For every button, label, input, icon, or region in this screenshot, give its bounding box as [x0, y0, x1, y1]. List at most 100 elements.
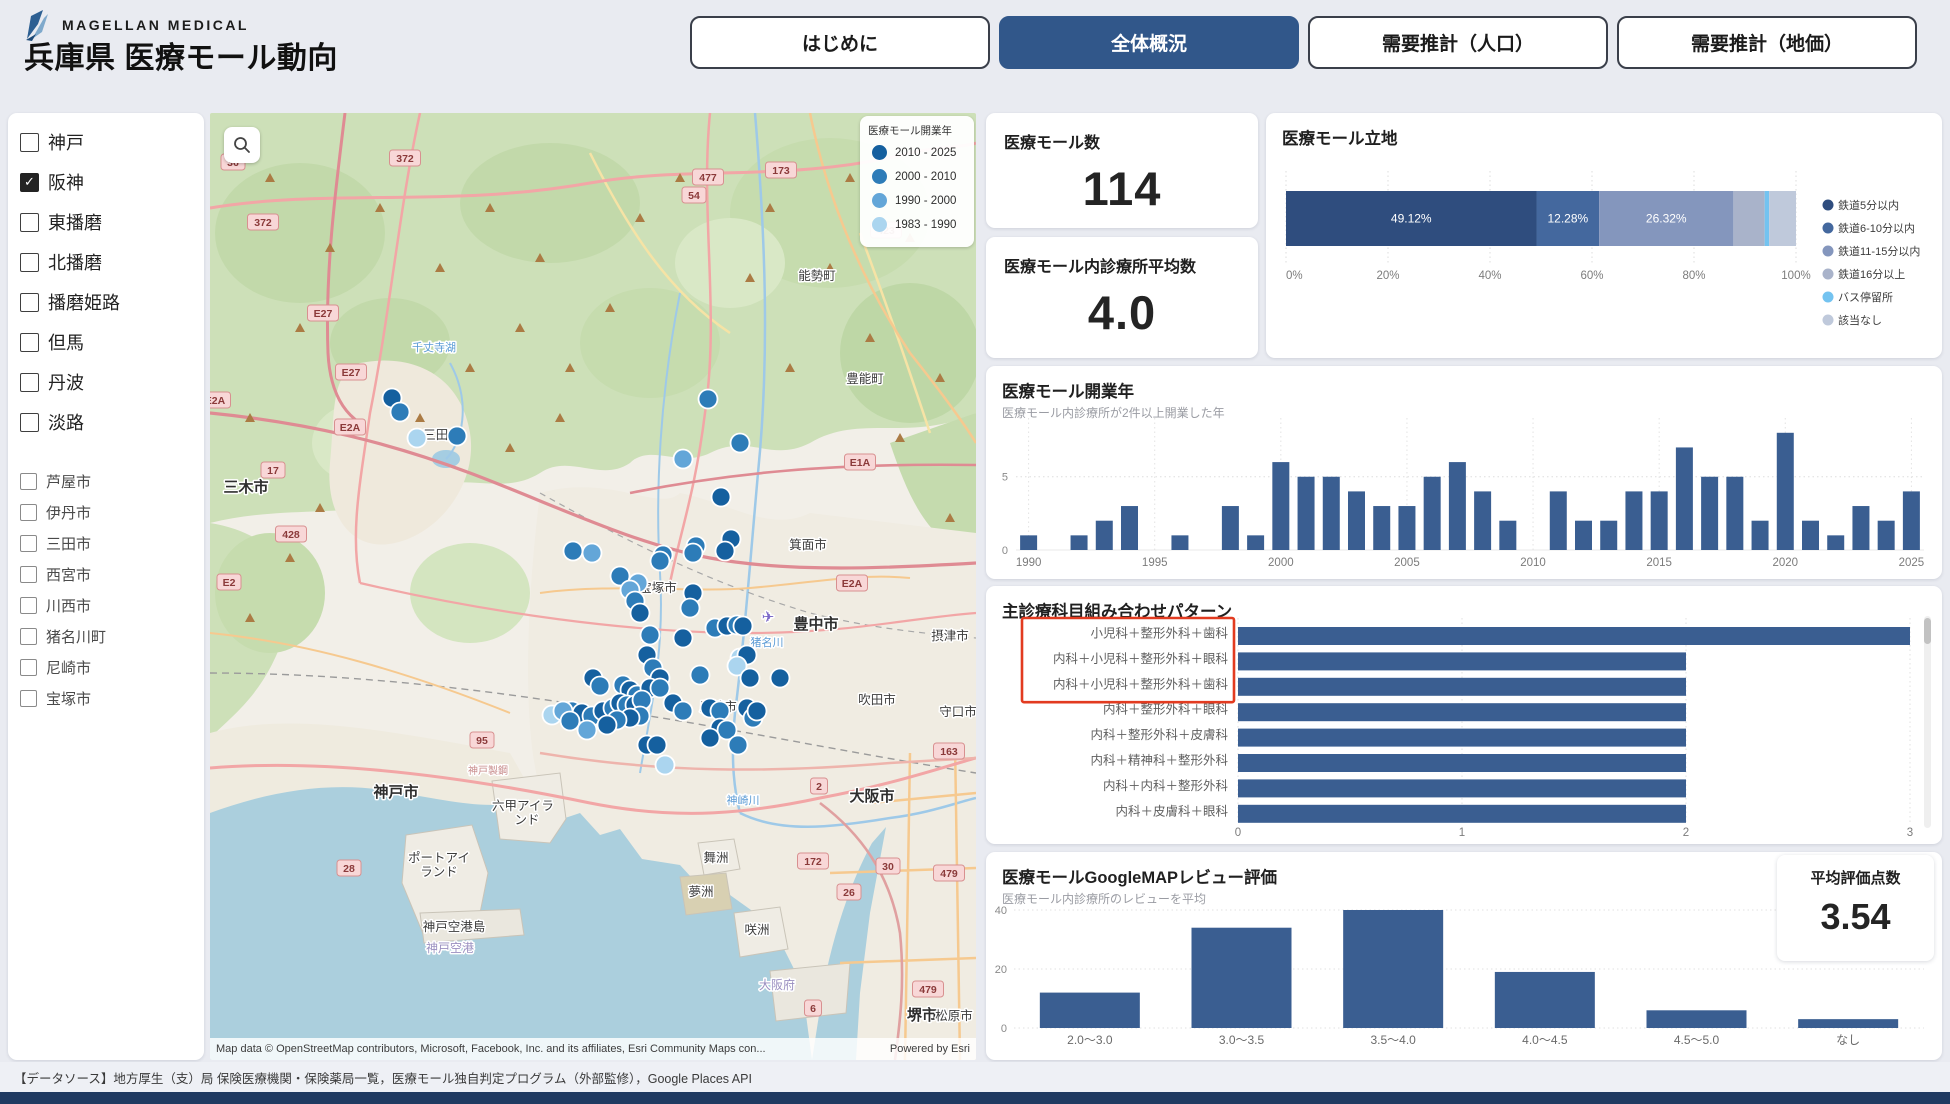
- mall-dot[interactable]: [448, 427, 467, 446]
- year-bar[interactable]: [1550, 491, 1567, 550]
- review-bar[interactable]: [1647, 1010, 1747, 1028]
- mall-dot[interactable]: [641, 626, 660, 645]
- combo-bar[interactable]: [1238, 703, 1686, 721]
- year-bar[interactable]: [1222, 506, 1239, 550]
- mall-dot[interactable]: [729, 736, 748, 755]
- year-bar[interactable]: [1701, 477, 1718, 550]
- combo-bar[interactable]: [1238, 729, 1686, 747]
- region-filter-7[interactable]: 淡路: [20, 409, 192, 435]
- city-filter-6[interactable]: 尼崎市: [20, 657, 192, 678]
- year-bar[interactable]: [1298, 477, 1315, 550]
- checkbox[interactable]: [20, 690, 37, 707]
- year-bar[interactable]: [1449, 462, 1466, 550]
- map-search-button[interactable]: [224, 127, 260, 163]
- checkbox[interactable]: [20, 213, 39, 232]
- region-filter-2[interactable]: 東播磨: [20, 209, 192, 235]
- checkbox-checked[interactable]: ✓: [20, 173, 39, 192]
- mall-dot[interactable]: [656, 756, 675, 775]
- mall-dot[interactable]: [631, 604, 650, 623]
- stack-segment[interactable]: [1769, 191, 1796, 246]
- mall-dot[interactable]: [564, 542, 583, 561]
- mall-dot[interactable]: [684, 544, 703, 563]
- year-bar[interactable]: [1878, 521, 1895, 550]
- year-bar[interactable]: [1071, 535, 1088, 550]
- city-filter-0[interactable]: 芦屋市: [20, 471, 192, 492]
- checkbox[interactable]: [20, 413, 39, 432]
- city-filter-3[interactable]: 西宮市: [20, 564, 192, 585]
- year-bar[interactable]: [1171, 535, 1188, 550]
- nav-tab-3[interactable]: 需要推計（地価）: [1617, 16, 1917, 69]
- checkbox[interactable]: [20, 373, 39, 392]
- combo-bar[interactable]: [1238, 754, 1686, 772]
- year-bar[interactable]: [1777, 433, 1794, 550]
- year-bar[interactable]: [1020, 535, 1037, 550]
- year-bar[interactable]: [1348, 491, 1365, 550]
- year-bar[interactable]: [1121, 506, 1138, 550]
- year-bar[interactable]: [1424, 477, 1441, 550]
- year-bar[interactable]: [1398, 506, 1415, 550]
- checkbox[interactable]: [20, 628, 37, 645]
- region-filter-0[interactable]: 神戸: [20, 129, 192, 155]
- year-bar[interactable]: [1852, 506, 1869, 550]
- years-chart[interactable]: 5019901995200020052010201520202025: [986, 366, 1942, 579]
- checkbox[interactable]: [20, 566, 37, 583]
- year-bar[interactable]: [1373, 506, 1390, 550]
- scrollbar-track[interactable]: [1924, 616, 1931, 828]
- combo-bar[interactable]: [1238, 627, 1910, 645]
- mall-dot[interactable]: [771, 669, 790, 688]
- region-filter-1[interactable]: ✓阪神: [20, 169, 192, 195]
- year-bar[interactable]: [1600, 521, 1617, 550]
- region-filter-5[interactable]: 但馬: [20, 329, 192, 355]
- review-bar[interactable]: [1192, 928, 1292, 1028]
- review-bar[interactable]: [1040, 993, 1140, 1028]
- combo-bar[interactable]: [1238, 805, 1686, 823]
- mall-dot[interactable]: [748, 702, 767, 721]
- mall-dot[interactable]: [591, 677, 610, 696]
- scrollbar-thumb[interactable]: [1924, 618, 1931, 644]
- mall-dot[interactable]: [681, 599, 700, 618]
- mall-dot[interactable]: [701, 729, 720, 748]
- checkbox[interactable]: [20, 473, 37, 490]
- mall-dot[interactable]: [651, 679, 670, 698]
- year-bar[interactable]: [1575, 521, 1592, 550]
- mall-dot[interactable]: [561, 712, 580, 731]
- combo-bar[interactable]: [1238, 678, 1686, 696]
- mall-dot[interactable]: [674, 629, 693, 648]
- stack-segment[interactable]: [1733, 191, 1764, 246]
- region-filter-6[interactable]: 丹波: [20, 369, 192, 395]
- city-filter-2[interactable]: 三田市: [20, 533, 192, 554]
- powered-by-esri[interactable]: Powered by Esri: [882, 1043, 970, 1055]
- mall-dot[interactable]: [583, 544, 602, 563]
- checkbox[interactable]: [20, 133, 39, 152]
- mall-dot[interactable]: [716, 542, 735, 561]
- year-bar[interactable]: [1827, 535, 1844, 550]
- stack-segment[interactable]: [1765, 191, 1769, 246]
- map[interactable]: 3637237247717354423E27E27E2AE2A17428E2E1…: [210, 113, 976, 1060]
- mall-dot[interactable]: [734, 617, 753, 636]
- checkbox[interactable]: [20, 253, 39, 272]
- year-bar[interactable]: [1247, 535, 1264, 550]
- checkbox[interactable]: [20, 333, 39, 352]
- city-filter-5[interactable]: 猪名川町: [20, 626, 192, 647]
- year-bar[interactable]: [1499, 521, 1516, 550]
- review-bar[interactable]: [1798, 1019, 1898, 1028]
- region-filter-4[interactable]: 播磨姫路: [20, 289, 192, 315]
- review-bar[interactable]: [1495, 972, 1595, 1028]
- mall-dot[interactable]: [691, 666, 710, 685]
- year-bar[interactable]: [1651, 491, 1668, 550]
- city-filter-1[interactable]: 伊丹市: [20, 502, 192, 523]
- mall-dot[interactable]: [598, 716, 617, 735]
- mall-dot[interactable]: [408, 429, 427, 448]
- mall-dot[interactable]: [651, 552, 670, 571]
- year-bar[interactable]: [1625, 491, 1642, 550]
- year-bar[interactable]: [1752, 521, 1769, 550]
- checkbox[interactable]: [20, 293, 39, 312]
- year-bar[interactable]: [1096, 521, 1113, 550]
- checkbox[interactable]: [20, 597, 37, 614]
- year-bar[interactable]: [1323, 477, 1340, 550]
- year-bar[interactable]: [1676, 447, 1693, 550]
- mall-dot[interactable]: [674, 450, 693, 469]
- mall-dot[interactable]: [648, 736, 667, 755]
- mall-dot[interactable]: [741, 669, 760, 688]
- checkbox[interactable]: [20, 659, 37, 676]
